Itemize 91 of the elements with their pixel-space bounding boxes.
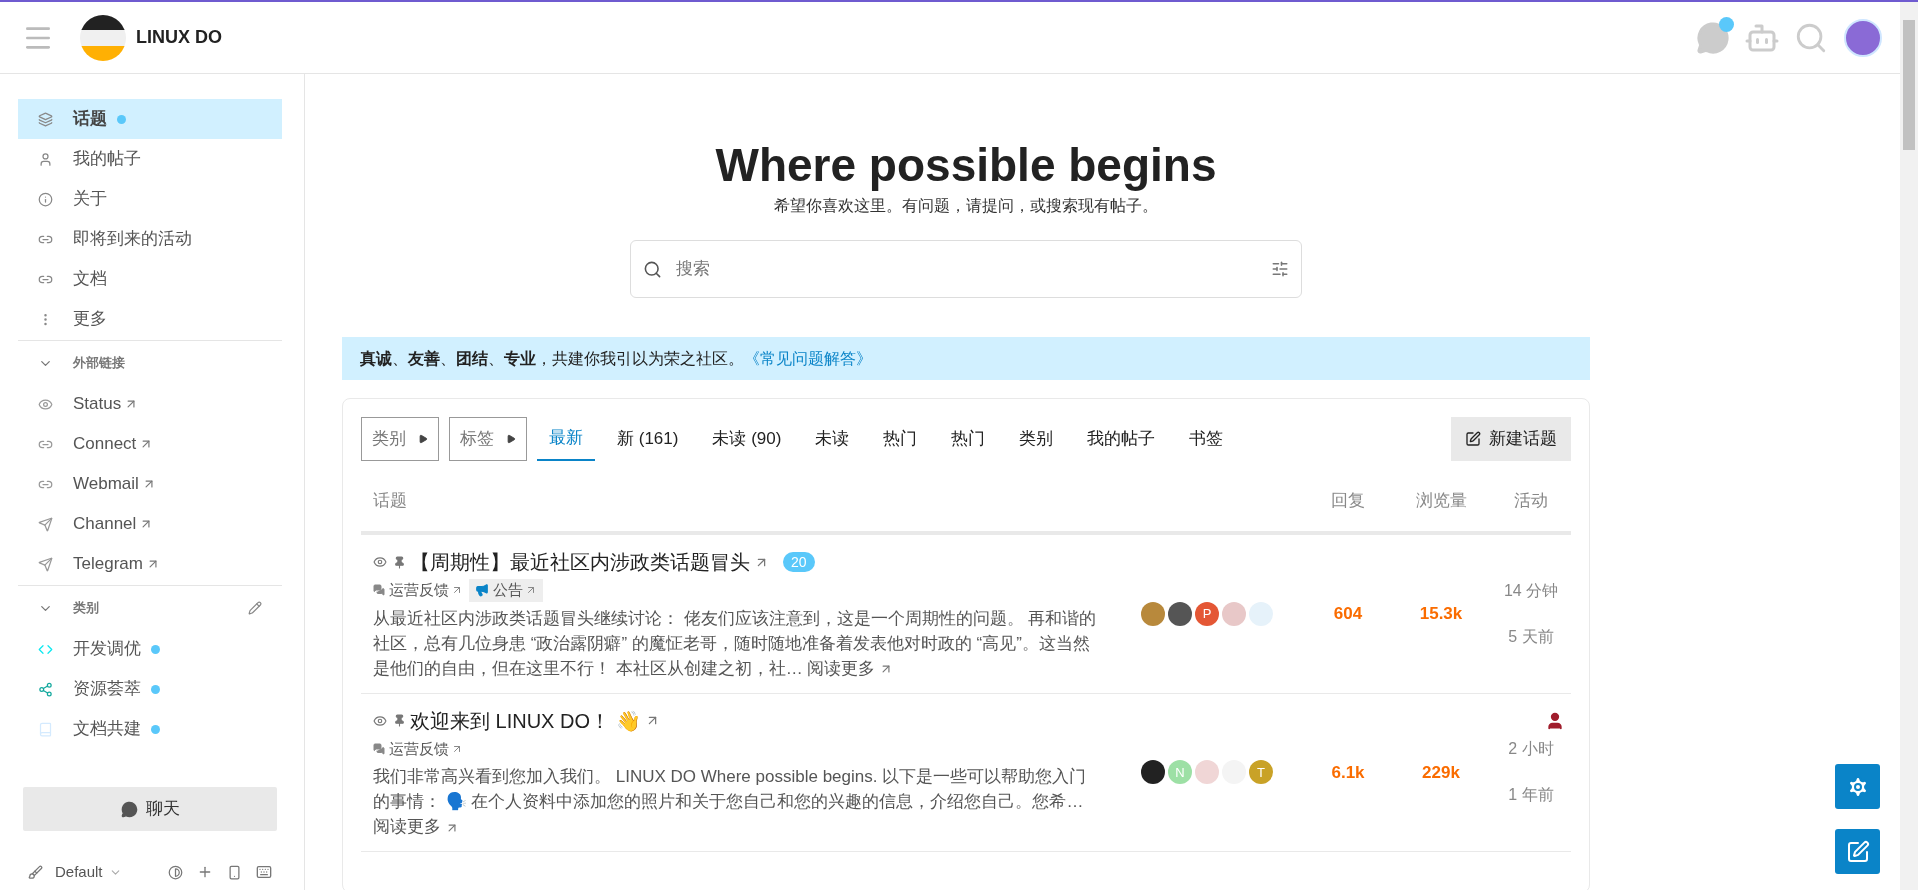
search-field[interactable]: 搜索 <box>676 256 1271 282</box>
external-link[interactable]: Connect <box>18 424 282 464</box>
sidebar-item[interactable]: 更多 <box>18 299 282 339</box>
paper-plane-icon <box>38 556 53 572</box>
filter-dropdown[interactable]: 标签 <box>449 417 527 461</box>
speech-bubble-icon <box>120 800 138 818</box>
compose-icon <box>1465 431 1481 447</box>
nav-tab[interactable]: 最新 <box>537 417 595 461</box>
filter-dropdown[interactable]: 类别 <box>361 417 439 461</box>
category-link[interactable]: 运营反馈 <box>373 579 463 602</box>
view-count: 229k <box>1421 761 1461 784</box>
sidebar-item[interactable]: 我的帖子 <box>18 139 282 179</box>
faq-link[interactable]: 《常见问题解答》 <box>744 346 872 371</box>
poster-avatar[interactable] <box>1141 760 1165 785</box>
poster-avatar[interactable]: P <box>1195 601 1219 626</box>
pin-icon <box>393 555 406 569</box>
external-link[interactable]: Webmail <box>18 464 282 504</box>
nav-tab[interactable]: 类别 <box>1007 417 1066 461</box>
activity-time: 1 年前 <box>1508 785 1554 806</box>
hero-title: Where possible begins <box>714 138 1218 192</box>
chat-button[interactable]: 聊天 <box>23 787 277 831</box>
external-link[interactable]: Channel <box>18 504 282 544</box>
topic-excerpt: 从最近社区内涉政类话题冒头继续讨论： 佬友们应该注意到，这是一个周期性的问题。 再和谐的社区，总有几位身患 “政治露阴癖” 的魔怔老哥，随时随地准备着发表他对时政的 “高见”。这当然是他们的自由，但在这里不行！ 本社区从创建之初，社… 阅读更多 <box>373 607 1098 680</box>
user-avatar[interactable] <box>1844 18 1882 57</box>
sidebar-item[interactable]: 话题 <box>18 99 282 139</box>
nav-tab[interactable]: 书签 <box>1177 417 1236 461</box>
info-icon <box>38 191 53 207</box>
section-header[interactable]: 类别 <box>38 598 99 618</box>
pin-icon <box>393 714 406 727</box>
nav-tab[interactable]: 新 (161) <box>605 417 691 461</box>
settings-button[interactable] <box>1835 764 1880 809</box>
caret-icon <box>506 434 516 444</box>
eye-icon <box>373 555 387 569</box>
activity-time: 14 分钟 <box>1503 580 1559 601</box>
eye-icon <box>373 713 387 728</box>
speech-bubbles-icon <box>373 584 385 597</box>
search-icon <box>643 259 662 279</box>
layers-icon <box>38 111 53 127</box>
topic-title[interactable]: 【周期性】最近社区内涉政类话题冒头 <box>410 547 750 577</box>
view-count: 15.3k <box>1418 603 1464 625</box>
contrast-icon[interactable] <box>168 864 183 880</box>
nav-tab[interactable]: 热门 <box>939 417 998 461</box>
brush-icon <box>28 864 43 880</box>
external-link[interactable]: Status <box>18 384 282 424</box>
sidebar-item[interactable]: 关于 <box>18 179 282 219</box>
activity-time: 5 天前 <box>1508 626 1554 647</box>
nav-tab[interactable]: 未读 <box>803 417 862 461</box>
column-header: 回复 <box>1330 490 1366 513</box>
banner-text: 真诚、友善、团结、专业，共建你我引以为荣之社区。 <box>360 348 744 369</box>
new-topic-button[interactable]: 新建话题 <box>1451 417 1571 461</box>
category-item[interactable]: 文档共建 <box>18 709 282 749</box>
column-header: 浏览量 <box>1414 490 1468 513</box>
read-more-link[interactable]: 阅读更多 <box>807 658 876 678</box>
speech-bubbles-icon <box>373 742 385 755</box>
nav-tab[interactable]: 未读 (90) <box>700 417 794 461</box>
category-item[interactable]: 资源荟萃 <box>18 669 282 709</box>
category-item[interactable]: 开发调优 <box>18 629 282 669</box>
read-more-link[interactable]: 阅读更多 <box>373 817 441 836</box>
keyboard-icon[interactable] <box>256 864 272 881</box>
paper-plane-icon <box>38 516 53 532</box>
sidebar-item[interactable]: 文档 <box>18 259 282 299</box>
topic-row[interactable]: 欢迎来到 LINUX DO！ 👋 运营反馈 我们非常高兴看到您加入我们。 LINUX DO Where possible begins. 以下是一些可以帮助您入门的事情： 🗣 在个人资料中添加您的照片和关于您自己和您的兴趣的信息，介绍您自己。您希… 阅读更多 N T 6.1k 229k 2 小时 1 年前 <box>361 693 1571 852</box>
logo-text[interactable]: LINUX DO <box>136 24 222 51</box>
topic-excerpt: 我们非常高兴看到您加入我们。 LINUX DO Where possible begins. 以下是一些可以帮助您入门的事情： 🗣 在个人资料中添加您的照片和关于您自己和您的兴趣的信息，介绍您自己。您希… 阅读更多 <box>373 766 1088 838</box>
external-link[interactable]: Telegram <box>18 544 282 584</box>
column-header: 活动 <box>1513 490 1549 513</box>
compose-icon <box>1845 839 1870 864</box>
eye-icon <box>38 396 53 412</box>
theme-dropdown[interactable]: Default <box>55 861 122 884</box>
pencil-icon[interactable] <box>248 601 262 615</box>
user-icon <box>38 151 53 167</box>
logo-icon <box>80 14 126 61</box>
column-header: 话题 <box>372 490 408 513</box>
category-link[interactable]: 运营反馈 <box>373 737 463 760</box>
hero-subtitle: 希望你喜欢这里。有问题，请提问，或搜索现有帖子。 <box>773 196 1159 216</box>
section-header[interactable]: 外部链接 <box>18 342 282 384</box>
caret-icon <box>418 434 428 444</box>
topic-title[interactable]: 欢迎来到 LINUX DO！ 👋 <box>410 705 641 736</box>
sidebar-item[interactable]: 即将到来的活动 <box>18 219 282 259</box>
phone-icon[interactable] <box>227 864 242 880</box>
compose-button[interactable] <box>1835 829 1880 874</box>
tag-link[interactable]: 公告 <box>469 579 543 602</box>
activity-time: 2 小时 <box>1508 739 1554 760</box>
megaphone-icon <box>475 583 489 598</box>
search-box[interactable]: 搜索 <box>630 240 1302 298</box>
scrollbar[interactable] <box>1900 2 1918 890</box>
nav-tab[interactable]: 热门 <box>871 417 930 461</box>
topic-row[interactable]: 【周期性】最近社区内涉政类话题冒头 20 运营反馈 公告 从最近社区内涉政类话题冒头继续讨论： 佬友们应该注意到，这是一个周期性的问题。 再和谐的社区，总有几位身患 “政治露阴癖” 的魔怔老哥，随时随地准备着发表他对时政的 “高见”。这当然是他们的自由，但在这里不行！ 本社区从创建之初，社… 阅读更多 P 604 15.3k 14 分钟 5 天前 <box>361 535 1571 694</box>
filter-icon[interactable] <box>1271 260 1289 278</box>
nav-tab[interactable]: 我的帖子 <box>1075 417 1168 461</box>
poster-avatar[interactable] <box>1168 601 1192 626</box>
